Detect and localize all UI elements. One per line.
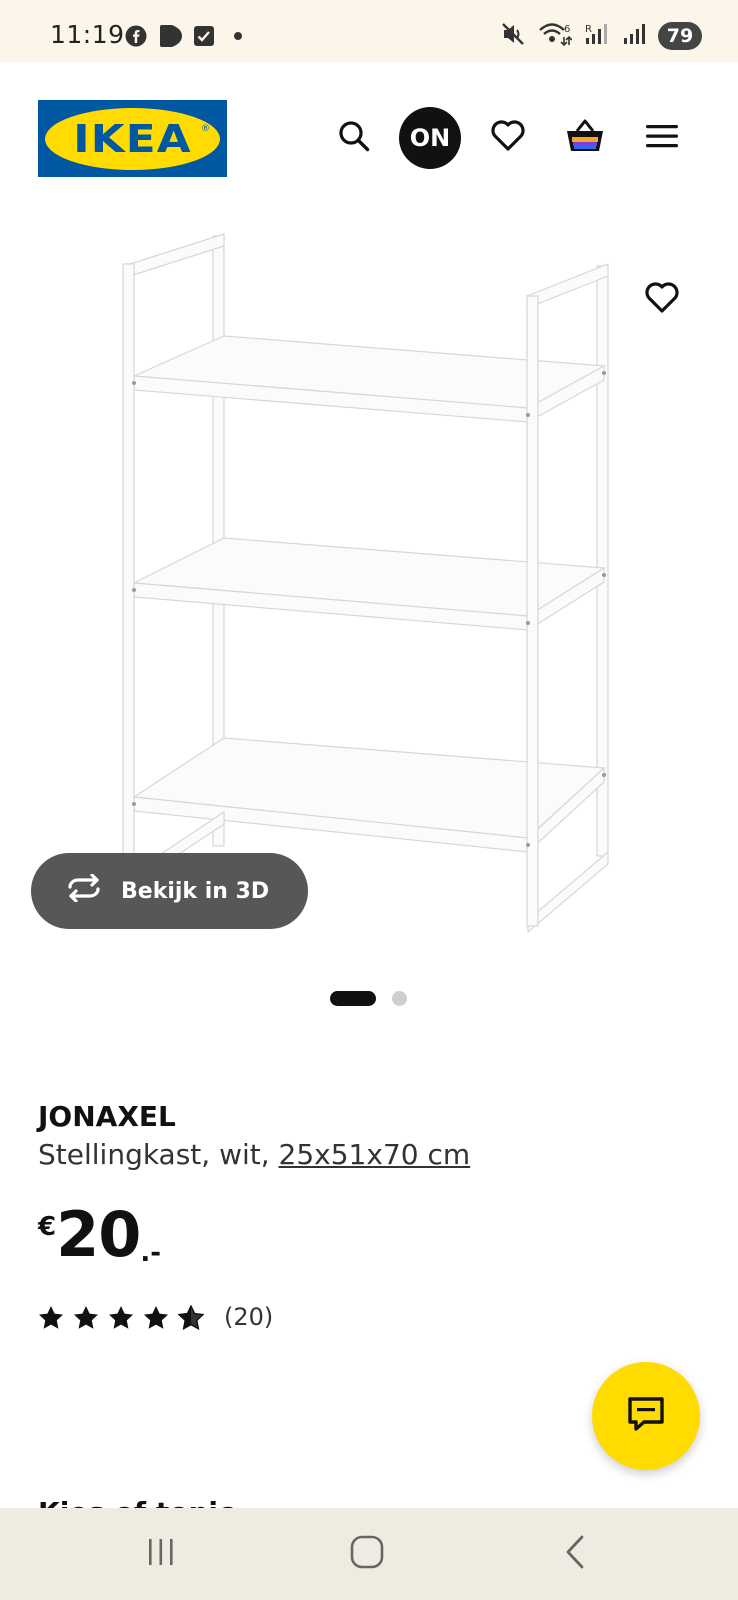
system-nav-bar [0,1508,738,1600]
price-currency: € [38,1212,57,1242]
product-type: Stellingkast, wit, [38,1138,279,1171]
product-rating[interactable]: (20) [38,1303,273,1331]
price-suffix: .- [140,1238,162,1268]
status-icons-left [124,24,242,48]
store-badge[interactable]: ON [399,107,461,169]
star-half-icon [178,1304,204,1330]
shelf-illustration [122,233,609,934]
signal-icon: R [584,22,610,50]
checkbox-icon [192,24,216,48]
search-icon [337,119,371,157]
recent-apps-icon [146,1538,176,1570]
price-value: 20 [56,1198,141,1271]
signal-icon [622,22,646,50]
wifi-icon: 6 [538,21,573,51]
menu-button[interactable] [632,108,692,168]
chat-icon [626,1395,666,1437]
rotate-icon [65,873,103,908]
status-bar: 11:19 6 R 79 [0,0,738,62]
heart-icon [490,120,526,156]
home-icon [350,1535,384,1573]
star-icon [109,1305,133,1329]
logo-registered-mark: ® [201,123,210,134]
logo-ellipse: IKEA ® [45,107,220,170]
rating-count: (20) [224,1303,274,1331]
recent-apps-button[interactable] [131,1528,191,1580]
back-icon [563,1535,587,1573]
svg-text:R: R [585,24,592,35]
back-button[interactable] [545,1528,605,1580]
product-description: Stellingkast, wit, 25x51x70 cm [38,1138,470,1171]
star-icon [144,1305,168,1329]
svg-text:6: 6 [564,24,570,35]
basket-icon [564,118,606,158]
search-button[interactable] [324,108,384,168]
logo-text: IKEA [73,116,192,161]
carousel-indicator[interactable] [330,991,407,1006]
view-3d-button[interactable]: Bekijk in 3D [31,853,308,929]
star-icon [39,1305,63,1329]
heart-icon [644,282,680,318]
favourites-button[interactable] [478,108,538,168]
facebook-icon [124,24,148,48]
home-button[interactable] [337,1528,397,1580]
status-icons-right: 6 R 79 [500,21,702,51]
chat-button[interactable] [592,1362,700,1470]
status-time: 11:19 [50,20,125,49]
star-icon [74,1305,98,1329]
rating-stars [38,1304,204,1330]
view-3d-label: Bekijk in 3D [121,878,270,904]
battery-icon: 79 [658,22,702,50]
product-size-link[interactable]: 25x51x70 cm [279,1138,471,1171]
basket-button[interactable] [555,108,615,168]
product-favourite-button[interactable] [632,270,692,330]
header: IKEA ® ON [0,62,738,212]
mute-icon [500,22,526,50]
carousel-dot-active[interactable] [330,991,376,1006]
ikea-logo[interactable]: IKEA ® [38,100,227,177]
product-image[interactable] [0,212,738,952]
play-icon [158,24,182,48]
carousel-dot[interactable] [392,991,407,1006]
section-heading-cutoff: Kies of tonic [38,1496,235,1508]
menu-icon [645,122,679,154]
product-price: € 20 .- [38,1198,162,1271]
dot-icon [234,32,242,40]
product-name: JONAXEL [38,1100,176,1133]
